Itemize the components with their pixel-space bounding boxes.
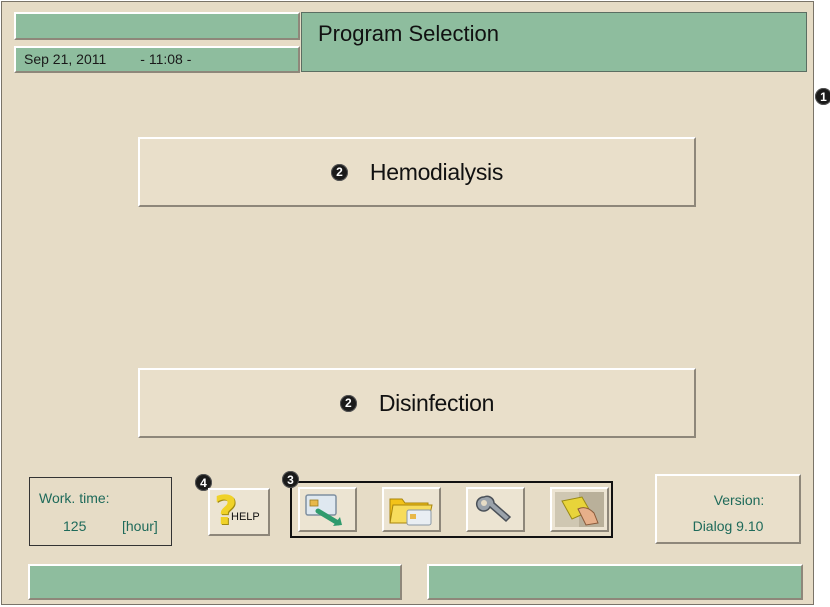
version-panel: Version: Dialog 9.10 <box>655 474 801 544</box>
disinfection-button[interactable]: 2 Disinfection <box>138 368 696 438</box>
work-time-unit: [hour] <box>122 518 158 534</box>
cleaning-hand-icon <box>555 492 604 527</box>
function-toolbar <box>290 481 613 538</box>
hemodialysis-label: Hemodialysis <box>369 158 504 185</box>
work-time-panel: Work. time: 125 [hour] <box>29 477 172 546</box>
callout-marker: 2 <box>330 163 348 181</box>
status-bar-left <box>28 564 402 600</box>
cleaning-button[interactable] <box>550 487 609 532</box>
wrench-icon <box>475 495 512 523</box>
work-time-value: 125 <box>63 518 87 534</box>
help-label: HELP <box>231 511 260 523</box>
status-bar-right <box>427 564 803 600</box>
version-label: Version: <box>713 492 765 508</box>
service-button[interactable] <box>466 487 525 532</box>
header-blank-field <box>14 12 300 40</box>
folder-card-button[interactable] <box>382 487 441 532</box>
header-datetime: Sep 21, 2011 - 11:08 - <box>14 46 300 73</box>
hemodialysis-button[interactable]: 2 Hemodialysis <box>138 137 696 207</box>
page-title: Program Selection <box>301 12 807 72</box>
help-button[interactable]: ? HELP <box>208 488 270 536</box>
machine-screen: Sep 21, 2011- 11:08 - Program Selection … <box>1 1 814 605</box>
time-text: - 11:08 - <box>140 51 192 67</box>
card-insert-icon <box>305 494 342 526</box>
card-insert-button[interactable] <box>298 487 357 532</box>
callout-marker-toolbar: 3 <box>282 471 299 488</box>
callout-marker-screen: 1 <box>815 88 830 105</box>
work-time-label: Work. time: <box>39 490 110 506</box>
callout-marker: 2 <box>339 394 357 412</box>
disinfection-label: Disinfection <box>378 389 495 416</box>
folder-card-icon <box>389 498 433 526</box>
date-text: Sep 21, 2011 <box>24 51 107 67</box>
version-value: Dialog 9.10 <box>692 518 764 534</box>
